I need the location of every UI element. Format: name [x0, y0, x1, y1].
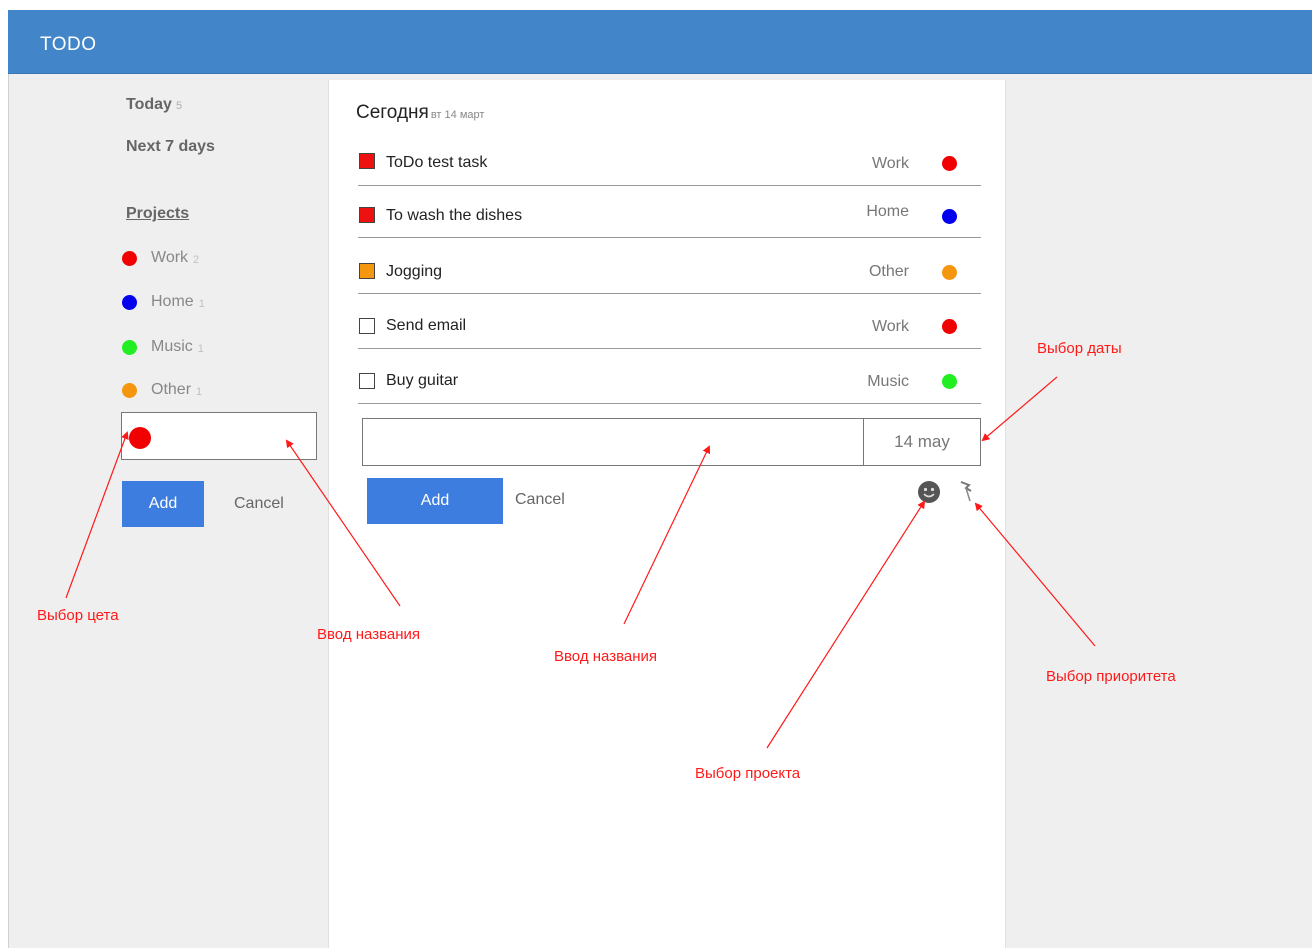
today-count: 5: [175, 100, 183, 112]
task-project: Work: [871, 155, 909, 172]
task-project-dot: [942, 209, 957, 224]
flag-icon[interactable]: [957, 479, 975, 503]
add-project-button[interactable]: Add: [122, 481, 204, 527]
sidebar-item-today[interactable]: Today 5: [126, 96, 182, 114]
project-count: 1: [197, 342, 204, 355]
smiley-icon[interactable]: [918, 481, 940, 503]
annotation-date-choice: Выбор даты: [1037, 340, 1122, 357]
project-count: 1: [198, 297, 205, 310]
task-project: Other: [868, 263, 909, 280]
page-title-text: Сегодня: [356, 102, 429, 123]
task-row[interactable]: Send email Work: [358, 300, 981, 349]
cancel-task-button[interactable]: Cancel: [515, 491, 565, 509]
page-title: Сегодня вт 14 март: [356, 102, 484, 124]
task-label: Send email: [386, 317, 467, 334]
add-task-button[interactable]: Add: [367, 478, 503, 524]
project-label: Home: [151, 293, 194, 310]
sidebar-item-other[interactable]: Other 1: [122, 380, 202, 400]
annotation-priority-choice: Выбор приоритета: [1046, 668, 1176, 685]
project-count: 2: [193, 253, 200, 266]
task-project: Home: [866, 203, 909, 220]
task-checkbox[interactable]: [359, 207, 375, 223]
task-checkbox[interactable]: [359, 373, 375, 389]
app-header: TODO: [8, 10, 1312, 74]
task-project-dot: [942, 319, 957, 334]
sidebar-item-label: Today: [126, 96, 172, 113]
task-project-dot: [942, 156, 957, 171]
project-color-dot: [122, 294, 137, 310]
task-label: Buy guitar: [386, 372, 459, 389]
sidebar-item-work[interactable]: Work 2: [122, 248, 199, 268]
task-row[interactable]: To wash the dishes Home: [358, 189, 981, 238]
project-color-dot: [122, 250, 137, 266]
app-title: TODO: [40, 34, 97, 55]
sidebar-item-music[interactable]: Music 1: [122, 337, 204, 357]
annotation-color-choice: Выбор цета: [37, 607, 119, 624]
projects-heading[interactable]: Projects: [126, 205, 189, 223]
color-picker-button[interactable]: [129, 427, 151, 449]
annotation-name-input-sidebar: Ввод названия: [317, 626, 421, 643]
task-checkbox[interactable]: [359, 153, 375, 169]
due-date-field[interactable]: 14 may: [863, 419, 980, 465]
cancel-project-button[interactable]: Cancel: [234, 495, 284, 513]
sidebar-item-next-7-days[interactable]: Next 7 days: [126, 138, 215, 156]
task-label: To wash the dishes: [386, 207, 523, 224]
annotation-name-input-main: Ввод названия: [554, 648, 658, 665]
project-label: Work: [151, 249, 189, 266]
page-date: вт 14 март: [430, 109, 485, 121]
task-checkbox[interactable]: [359, 263, 375, 279]
task-checkbox[interactable]: [359, 318, 375, 334]
task-name-input[interactable]: 14 may: [362, 418, 981, 466]
task-project: Music: [867, 373, 909, 390]
sidebar-item-label: Next 7 days: [126, 138, 215, 155]
task-project-dot: [942, 374, 957, 389]
project-name-input[interactable]: [121, 412, 317, 460]
task-label: ToDo test task: [386, 154, 488, 171]
project-label: Music: [151, 338, 193, 355]
task-project: Work: [871, 318, 909, 335]
annotation-project-choice: Выбор проекта: [695, 765, 801, 782]
project-count: 1: [196, 385, 203, 398]
task-label: Jogging: [386, 263, 443, 280]
task-row[interactable]: Jogging Other: [358, 245, 981, 294]
project-color-dot: [122, 382, 137, 398]
task-row[interactable]: ToDo test task Work: [358, 137, 981, 186]
project-label: Other: [151, 381, 192, 398]
project-color-dot: [122, 339, 137, 355]
sidebar-item-home[interactable]: Home 1: [122, 292, 205, 312]
task-row[interactable]: Buy guitar Music: [358, 355, 981, 404]
task-project-dot: [942, 265, 957, 280]
